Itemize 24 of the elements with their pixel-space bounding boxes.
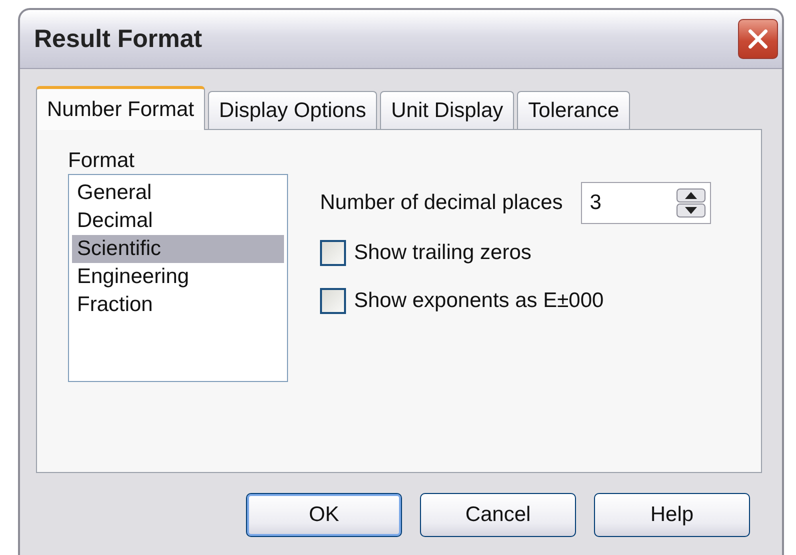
list-item[interactable]: General — [72, 179, 284, 207]
decimal-places-label: Number of decimal places — [320, 191, 563, 215]
tab[interactable]: Tolerance — [517, 91, 630, 129]
checkbox[interactable] — [320, 288, 346, 314]
spinner-arrows-icon[interactable] — [676, 188, 706, 218]
list-item[interactable]: Engineering — [72, 263, 284, 291]
checkbox[interactable] — [320, 240, 346, 266]
window-title: Result Format — [34, 24, 202, 54]
tab[interactable]: Number Format — [36, 86, 206, 130]
dialog-button[interactable]: Cancel — [420, 493, 576, 537]
list-item[interactable]: Fraction — [72, 291, 284, 319]
decimal-places-spinner[interactable]: 3 — [580, 182, 711, 224]
list-item[interactable]: Decimal — [72, 207, 284, 235]
close-icon — [747, 28, 769, 50]
list-item[interactable]: Scientific — [72, 235, 284, 263]
checkbox-label: Show trailing zeros — [354, 241, 532, 265]
tab[interactable]: Unit Display — [380, 91, 514, 129]
tab[interactable]: Display Options — [208, 91, 378, 129]
format-list[interactable]: General Decimal Scientific Engineering Fraction — [68, 174, 288, 382]
dialog-button[interactable]: OK — [246, 493, 402, 537]
dialog-button[interactable]: Help — [594, 493, 750, 537]
checkbox-label: Show exponents as E±000 — [354, 289, 604, 313]
close-button[interactable] — [738, 19, 778, 59]
format-label: Format — [68, 148, 136, 174]
